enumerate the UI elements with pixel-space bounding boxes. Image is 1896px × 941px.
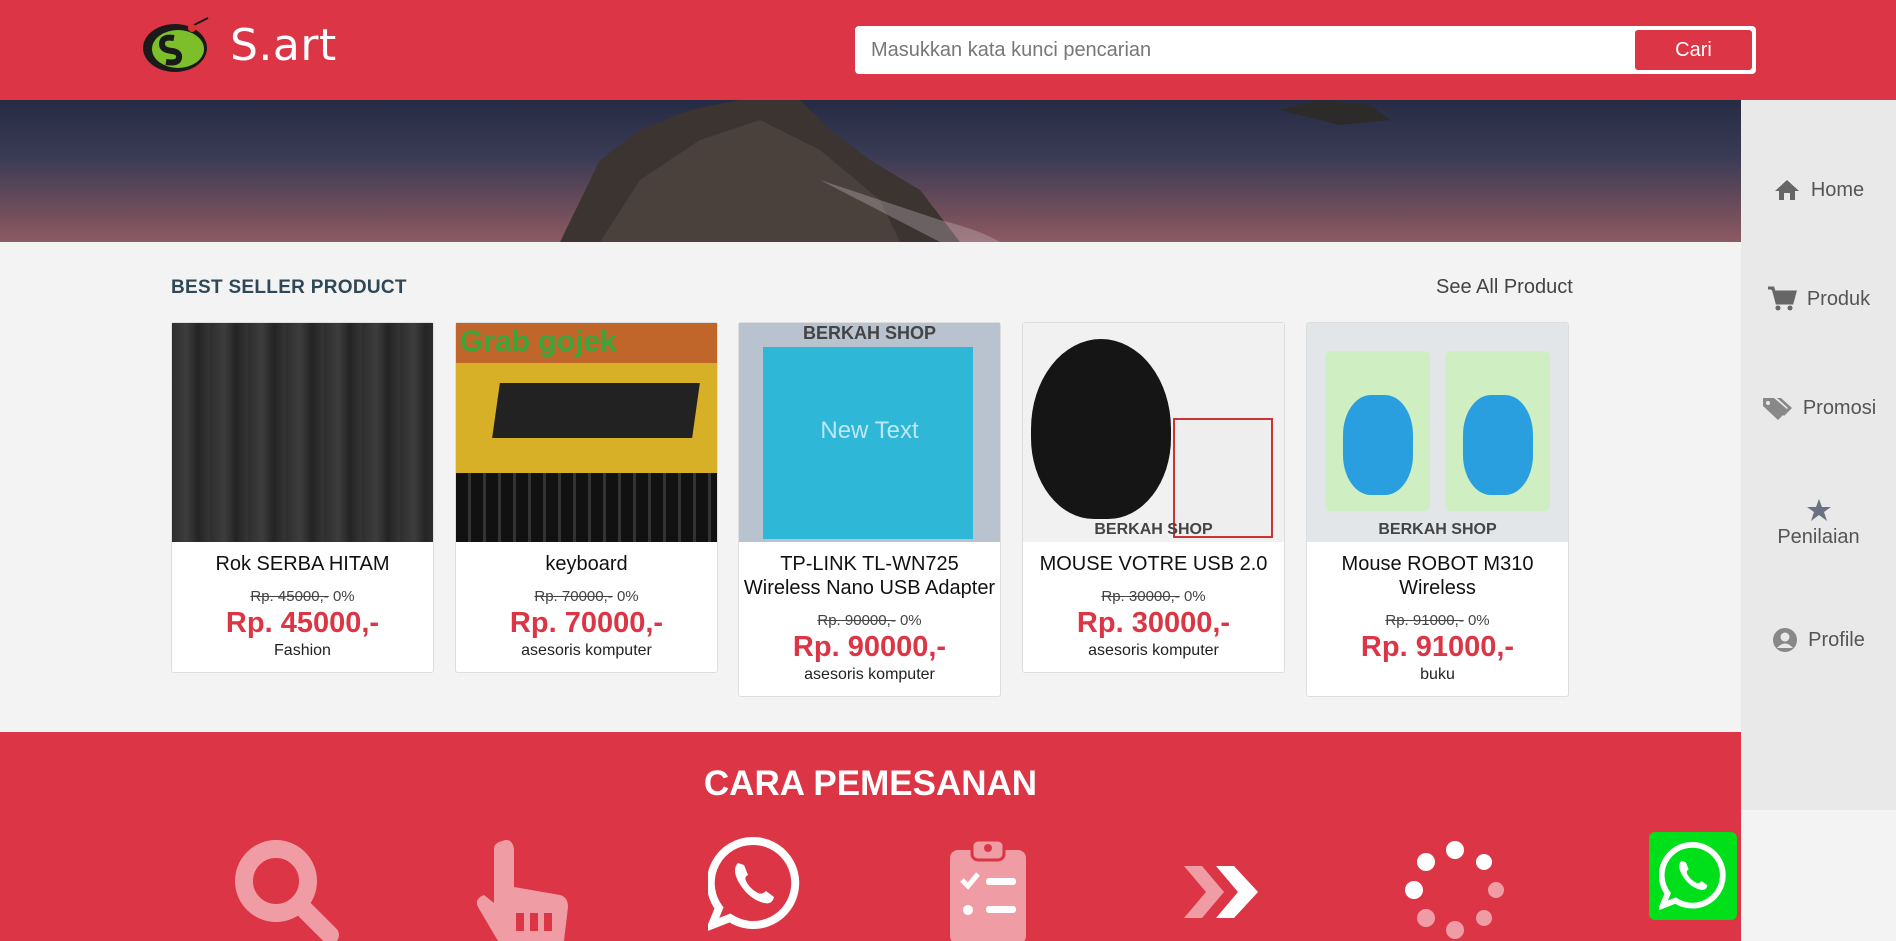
product-card[interactable]: Rok SERBA HITAM Rp. 45000,- 0% Rp. 45000…: [171, 322, 434, 673]
product-category: asesoris komputer: [1088, 642, 1219, 659]
product-price: Rp. 70000,-: [509, 607, 664, 639]
discount: 0%: [1183, 588, 1206, 605]
order-title: CARA PEMESANAN: [703, 764, 1038, 803]
brand-logo[interactable]: S.art: [142, 16, 337, 74]
logo-text: S.art: [230, 19, 337, 71]
product-price: Rp. 90000,-: [792, 631, 947, 663]
whatsapp-icon: [1659, 842, 1726, 910]
section-title: BEST SELLER PRODUCT: [171, 277, 407, 298]
side-navigation: Home Produk Promosi Penilaian Profile: [1741, 100, 1896, 810]
banner-image: [560, 100, 1390, 242]
old-price: Rp. 90000,-: [817, 612, 896, 629]
spinner-icon: [1405, 841, 1504, 939]
product-name[interactable]: Rok SERBA HITAM: [172, 542, 433, 576]
image-caption: Grab gojek: [460, 325, 617, 358]
sidebar-item-label: Penilaian: [1777, 526, 1860, 548]
image-caption: BERKAH SHOP: [802, 323, 936, 343]
image-caption: BERKAH SHOP: [1094, 521, 1213, 538]
product-name[interactable]: Mouse ROBOT M310 Wireless: [1307, 542, 1568, 600]
sidebar-item-produk[interactable]: Produk: [1741, 286, 1896, 312]
old-price: Rp. 30000,-: [1101, 588, 1180, 605]
double-chevron-right-icon: [1184, 866, 1258, 918]
product-image[interactable]: BERKAH SHOP: [1307, 323, 1568, 542]
product-card[interactable]: BERKAH SHOP MOUSE VOTRE USB 2.0 Rp. 3000…: [1022, 322, 1285, 673]
sidebar-item-promosi[interactable]: Promosi: [1741, 395, 1896, 421]
clipboard-list-icon: [950, 838, 1026, 941]
old-price-row: Rp. 45000,- 0%: [172, 588, 433, 605]
discount: 0%: [616, 588, 639, 605]
star-icon: [1806, 499, 1831, 521]
product-name[interactable]: TP-LINK TL-WN725 Wireless Nano USB Adapt…: [739, 542, 1000, 600]
product-image[interactable]: BERKAH SHOP: [1023, 323, 1284, 542]
see-all-link[interactable]: See All Product: [1436, 276, 1573, 299]
discount: 0%: [332, 588, 355, 605]
product-card[interactable]: Grab gojek keyboard Rp. 70000,- 0% Rp. 7…: [455, 322, 718, 673]
search-icon: [235, 840, 339, 941]
product-name[interactable]: keyboard: [456, 542, 717, 576]
sidebar-item-penilaian[interactable]: Penilaian: [1741, 498, 1896, 549]
product-price: Rp. 30000,-: [1076, 607, 1231, 639]
old-price-row: Rp. 70000,- 0%: [456, 588, 717, 605]
old-price: Rp. 45000,-: [250, 588, 329, 605]
product-name[interactable]: MOUSE VOTRE USB 2.0: [1023, 542, 1284, 576]
logo-icon: [142, 16, 212, 74]
sidebar-item-label: Home: [1810, 178, 1865, 201]
product-image[interactable]: BERKAH SHOP New Text: [739, 323, 1000, 542]
product-image[interactable]: Grab gojek: [456, 323, 717, 542]
product-price: Rp. 91000,-: [1360, 631, 1515, 663]
product-category: asesoris komputer: [521, 642, 652, 659]
user-circle-icon: [1773, 628, 1798, 652]
sidebar-item-home[interactable]: Home: [1741, 178, 1896, 202]
sidebar-item-label: Profile: [1808, 628, 1865, 651]
product-price: Rp. 45000,-: [225, 607, 380, 639]
product-card[interactable]: BERKAH SHOP Mouse ROBOT M310 Wireless Rp…: [1306, 322, 1569, 697]
discount: 0%: [1467, 612, 1490, 629]
whatsapp-icon: [708, 837, 800, 931]
order-steps-section: CARA PEMESANAN: [0, 732, 1741, 941]
cart-icon: [1767, 286, 1797, 311]
discount: 0%: [899, 612, 922, 629]
image-overlay-text: New Text: [820, 417, 919, 444]
product-card[interactable]: BERKAH SHOP New Text TP-LINK TL-WN725 Wi…: [738, 322, 1001, 697]
top-header: S.art Cari: [0, 0, 1896, 100]
sidebar-item-label: Produk: [1806, 287, 1871, 310]
hero-banner: [0, 100, 1741, 242]
search-button[interactable]: Cari: [1635, 30, 1752, 70]
old-price-row: Rp. 91000,- 0%: [1307, 612, 1568, 629]
search-input[interactable]: [857, 28, 1633, 72]
hand-pointer-icon: [476, 840, 568, 941]
product-category: buku: [1420, 666, 1455, 683]
home-icon: [1774, 180, 1799, 200]
image-caption: BERKAH SHOP: [1378, 521, 1497, 538]
old-price: Rp. 91000,-: [1385, 612, 1464, 629]
old-price-row: Rp. 90000,- 0%: [739, 612, 1000, 629]
product-image[interactable]: [172, 323, 433, 542]
old-price: Rp. 70000,-: [534, 588, 613, 605]
whatsapp-chat-button[interactable]: [1649, 832, 1737, 920]
sidebar-item-label: Promosi: [1802, 396, 1877, 419]
old-price-row: Rp. 30000,- 0%: [1023, 588, 1284, 605]
product-category: asesoris komputer: [804, 666, 935, 683]
tags-icon: [1762, 398, 1792, 420]
sidebar-item-profile[interactable]: Profile: [1741, 627, 1896, 653]
search-form: Cari: [855, 26, 1756, 74]
product-category: Fashion: [274, 642, 331, 659]
